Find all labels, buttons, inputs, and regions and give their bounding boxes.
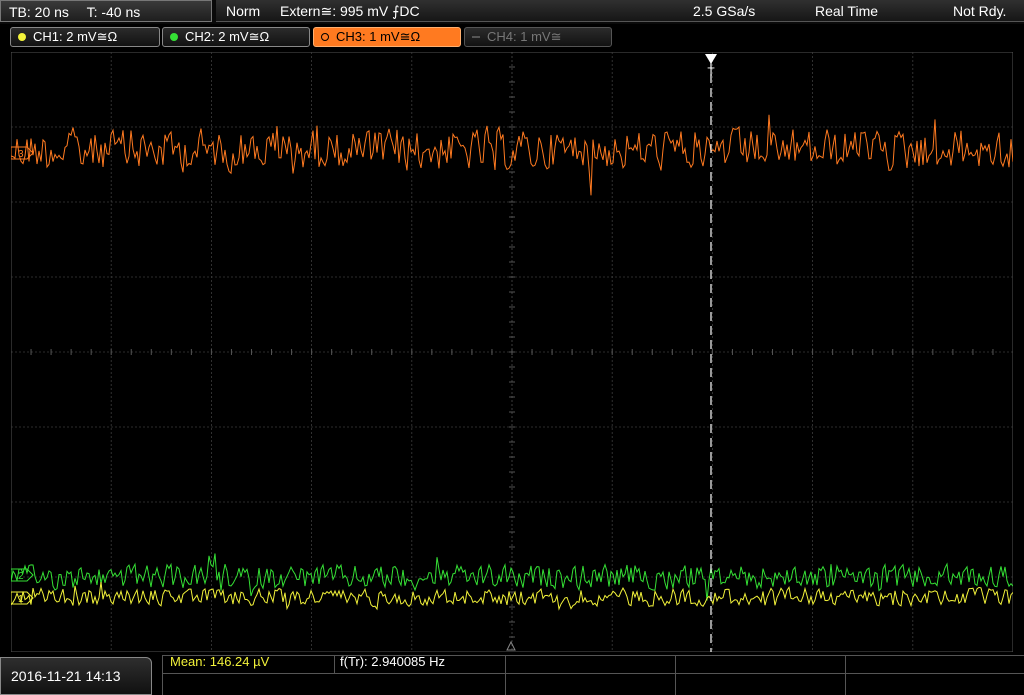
- channel-tabs: CH1: 2 mV≅Ω CH2: 2 mV≅Ω CH3: 1 mV≅Ω CH4:…: [0, 25, 1024, 49]
- ch1-dot-icon: [18, 33, 26, 41]
- acquisition-mode: Real Time: [815, 3, 879, 19]
- ch3-dot-icon: [321, 33, 329, 41]
- channel-4-tab[interactable]: CH4: 1 mV≅: [464, 27, 612, 47]
- trigger-time-value: T: -40 ns: [86, 4, 141, 20]
- ch2-marker-label: 2: [18, 571, 24, 582]
- channel-1-tab[interactable]: CH1: 2 mV≅Ω: [10, 27, 160, 47]
- channel-3-tab[interactable]: CH3: 1 mV≅Ω: [313, 27, 461, 47]
- date-time-display[interactable]: 2016-11-21 14:13: [0, 657, 152, 695]
- channel-2-tab[interactable]: CH2: 2 mV≅Ω: [162, 27, 310, 47]
- trigger-marker-label: T: [707, 65, 715, 79]
- top-status-bar: TB: 20 ns T: -40 ns Norm Extern≅: 995 mV…: [0, 0, 1024, 24]
- ch4-dot-icon: [472, 36, 480, 38]
- channel-3-label: CH3: 1 mV≅Ω: [336, 29, 421, 44]
- channel-4-label: CH4: 1 mV≅: [487, 29, 562, 44]
- date-time-text: 2016-11-21 14:13: [11, 668, 121, 684]
- ch2-dot-icon: [170, 33, 178, 41]
- timebase-box[interactable]: TB: 20 ns T: -40 ns: [0, 0, 212, 22]
- trigger-source[interactable]: Extern≅: 995 mV ⨍DC: [280, 0, 420, 22]
- waveform-display[interactable]: T 3 2 1: [11, 52, 1013, 652]
- sample-rate: 2.5 GSa/s: [693, 3, 756, 19]
- trigger-mode[interactable]: Norm: [226, 0, 260, 22]
- channel-2-label: CH2: 2 mV≅Ω: [185, 29, 270, 44]
- channel-1-label: CH1: 2 mV≅Ω: [33, 29, 118, 44]
- trigger-frequency[interactable]: f(Tr): 2.940085 Hz: [340, 653, 445, 673]
- run-state: Not Rdy.: [953, 3, 1007, 19]
- measurement-bar: [0, 655, 1024, 695]
- timebase-value: TB: 20 ns: [9, 4, 69, 20]
- ch1-marker-label: 1: [18, 594, 24, 605]
- ch3-marker-label: 3: [18, 149, 24, 160]
- mean-measurement[interactable]: Mean: 146.24 µV: [170, 653, 269, 673]
